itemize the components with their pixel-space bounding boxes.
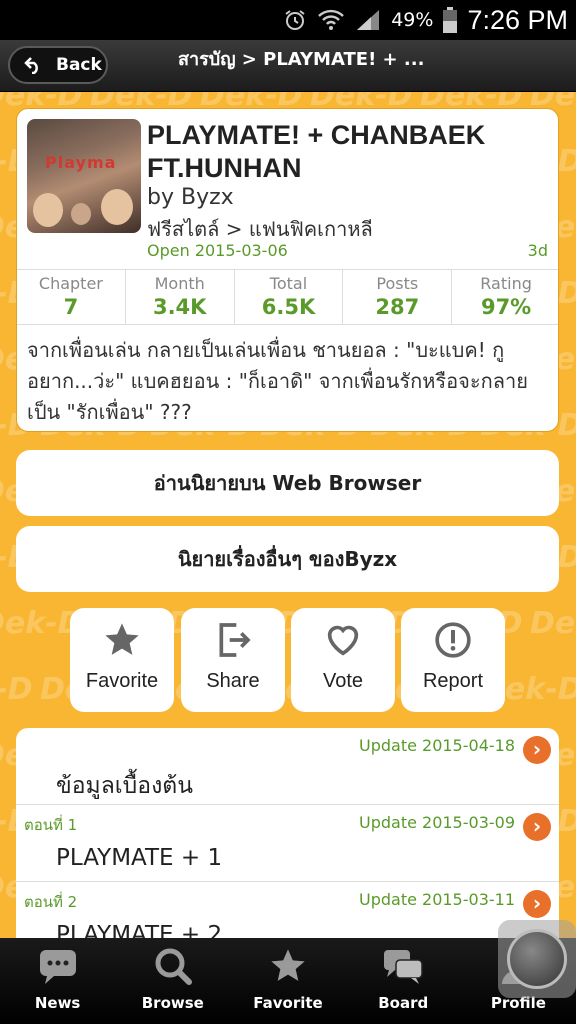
clock: 7:26 PM [467, 4, 568, 35]
story-synopsis: จากเพื่อนเล่น กลายเป็นเล่นเพื่อน ชานยอล … [27, 338, 528, 424]
bottom-tab-bar: News Browse Favorite Board Profile [0, 938, 576, 1024]
battery-icon [443, 7, 458, 33]
floating-assistive-button[interactable] [498, 920, 576, 998]
stat-month: Month 3.4K [126, 270, 235, 324]
stat-value: 3.4K [152, 295, 207, 319]
status-bar: 49% 7:26 PM [0, 0, 576, 40]
chapter-number: ตอนที่ 2 [24, 893, 78, 911]
stat-posts: Posts 287 [343, 270, 453, 324]
chapter-update-date: Update 2015-03-09 [358, 813, 515, 832]
star-icon [271, 949, 305, 981]
signal-icon [357, 10, 380, 30]
chapter-update-date: Update 2015-04-18 [358, 736, 515, 755]
stat-label: Month [154, 274, 205, 293]
vote-button[interactable]: Vote [291, 608, 395, 712]
story-open-date: Open 2015-03-06 [147, 241, 288, 260]
chapter-row[interactable]: ตอนที่ 1 Update 2015-03-09 › PLAYMATE + … [16, 805, 559, 882]
stat-chapter: Chapter 7 [17, 270, 126, 324]
stat-value: 6.5K [261, 295, 316, 319]
tab-board-label: Board [378, 994, 429, 1012]
chevron-right-icon[interactable]: › [523, 736, 551, 764]
story-author[interactable]: by Byzx [147, 185, 234, 210]
chapter-title: PLAYMATE + 2 [56, 922, 223, 938]
story-content[interactable]: Dek-DDek-DDek-DDek-DDek-DDek-DDek-DDek-D… [0, 92, 576, 938]
story-cover-image[interactable]: Playma [27, 119, 141, 233]
chapter-row[interactable]: ตอนที่ 2 Update 2015-03-11 › PLAYMATE + … [16, 882, 559, 938]
back-label: Back [56, 55, 102, 75]
stat-rating: Rating 97% [452, 270, 558, 324]
stat-label: Posts [376, 274, 419, 293]
chevron-right-icon[interactable]: › [523, 813, 551, 841]
wifi-icon [318, 9, 345, 30]
chapter-title: ข้อมูลเบื้องต้น [56, 773, 193, 799]
story-info-card: Playma PLAYMATE! + CHANBAEK FT.HUNHAN by… [16, 108, 559, 432]
stat-label: Chapter [38, 274, 103, 293]
share-label: Share [206, 670, 260, 692]
star-icon [105, 623, 139, 655]
floating-button-knob [507, 929, 567, 989]
battery-percent: 49% [391, 9, 434, 31]
alert-icon [435, 622, 471, 658]
back-arrow-icon [24, 57, 38, 74]
breadcrumb-title: สารบัญ > PLAYMATE! + ... [178, 49, 425, 70]
tab-favorite-label: Favorite [253, 994, 323, 1012]
story-age: 3d [527, 241, 548, 260]
top-nav-bar: Back สารบัญ > PLAYMATE! + ... [0, 40, 576, 92]
cover-title-text: Playma [45, 153, 117, 172]
watermark-text: Dek-D [530, 606, 576, 641]
stat-value: 287 [375, 295, 420, 319]
stat-value: 97% [480, 295, 532, 319]
tab-news[interactable]: News [0, 938, 115, 1024]
vote-label: Vote [322, 670, 364, 692]
stat-total: Total 6.5K [235, 270, 344, 324]
report-button[interactable]: Report [401, 608, 505, 712]
tab-browse[interactable]: Browse [115, 938, 230, 1024]
tab-favorite[interactable]: Favorite [230, 938, 345, 1024]
favorite-label: Favorite [85, 670, 159, 692]
stat-label: Rating [480, 274, 532, 293]
chapter-number: ตอนที่ 1 [24, 816, 78, 834]
watermark-text: Dek-D [0, 672, 33, 707]
tab-news-label: News [34, 994, 81, 1012]
story-title: PLAYMATE! + CHANBAEK FT.HUNHAN [147, 120, 486, 183]
share-icon [219, 623, 251, 657]
chat-bubble-icon [39, 950, 76, 984]
stat-label: Total [269, 274, 308, 293]
heart-icon [327, 625, 359, 656]
chapter-update-date: Update 2015-03-11 [358, 890, 515, 909]
report-label: Report [422, 670, 484, 692]
back-button[interactable]: Back [8, 46, 108, 84]
chapter-list: Update 2015-04-18 › ข้อมูลเบื้องต้น ตอนท… [16, 728, 559, 938]
favorite-button[interactable]: Favorite [70, 608, 174, 712]
tab-board[interactable]: Board [346, 938, 461, 1024]
chapter-row[interactable]: Update 2015-04-18 › ข้อมูลเบื้องต้น [16, 728, 559, 805]
chevron-right-icon[interactable]: › [523, 890, 551, 918]
read-web-browser-button[interactable]: อ่านนิยายบน Web Browser [16, 450, 559, 516]
share-button[interactable]: Share [181, 608, 285, 712]
search-icon [155, 948, 192, 985]
other-stories-button[interactable]: นิยายเรื่องอื่นๆ ของByzx [16, 526, 559, 592]
stat-value: 7 [63, 295, 79, 319]
board-icon [384, 950, 423, 984]
chapter-title: PLAYMATE + 1 [56, 845, 223, 871]
alarm-icon [285, 10, 305, 30]
tab-browse-label: Browse [141, 994, 204, 1012]
story-stats: Chapter 7 Month 3.4K Total 6.5K Posts 28… [17, 269, 558, 325]
